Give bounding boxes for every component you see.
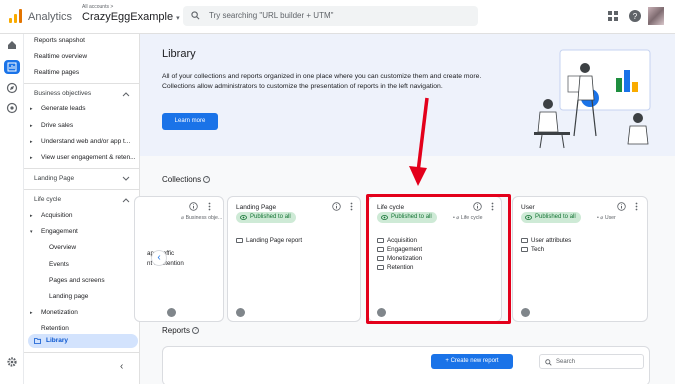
chevron-down-icon: ▾ (176, 15, 180, 22)
chevron-up-icon[interactable] (122, 91, 130, 97)
expand-arrow-icon: ▸ (30, 106, 33, 112)
library-illustration (534, 49, 651, 149)
apps-grid-icon[interactable] (606, 9, 620, 23)
globe-icon (521, 308, 530, 317)
nav-item-retention[interactable]: Retention (41, 325, 69, 332)
nav-item-events[interactable]: Events (49, 261, 69, 268)
nav-item-landing-page[interactable]: Landing page (49, 293, 88, 300)
nav-item-drive-sales[interactable]: Drive sales (41, 122, 73, 129)
nav-item-generate-leads[interactable]: Generate leads (41, 105, 85, 112)
nav-section-landing-page[interactable]: Landing Page (34, 175, 74, 182)
published-badge: Published to all (236, 212, 296, 223)
more-vert-icon[interactable] (205, 202, 214, 211)
folder-icon (521, 246, 528, 252)
folder-icon (34, 338, 41, 344)
published-badge: Published to all (521, 212, 581, 223)
svg-text:?: ? (633, 12, 638, 21)
search-bar[interactable]: Try searching "URL builder + UTM" (183, 6, 478, 26)
collapse-arrow-icon: ▾ (30, 229, 33, 235)
globe-icon (236, 308, 245, 317)
search-placeholder: Try searching "URL builder + UTM" (209, 11, 334, 20)
account-picker[interactable]: All accounts > CrazyEggExample ▾ (82, 4, 180, 23)
collection-tag: • ⌀ User (597, 215, 616, 221)
expand-arrow-icon: ▸ (30, 213, 33, 219)
expand-arrow-icon: ▸ (30, 139, 33, 145)
reports-heading: Reports ? (162, 326, 200, 335)
collection-report: Landing Page report (236, 237, 302, 244)
page-title: Library (162, 48, 196, 60)
nav-item-engagement[interactable]: Engagement (41, 228, 78, 235)
collection-name: User (521, 204, 535, 211)
account-breadcrumb: All accounts > (82, 4, 114, 10)
highlight-box (366, 194, 511, 324)
advertising-icon[interactable] (6, 102, 18, 114)
visibility-icon (240, 215, 247, 220)
more-vert-icon[interactable] (347, 202, 356, 211)
collection-report: User attributes (521, 237, 571, 244)
scroll-left-button[interactable]: ‹ (151, 250, 167, 266)
nav-item-view-engagement[interactable]: View user engagement & reten... (41, 154, 136, 161)
nav-section-business-objectives[interactable]: Business objectives (34, 90, 91, 97)
expand-arrow-icon: ▸ (30, 123, 33, 129)
nav-item-monetization[interactable]: Monetization (41, 309, 78, 316)
app-name: Analytics (28, 11, 73, 23)
collection-tag: ⌀ Business obje... (181, 215, 223, 221)
nav-divider (24, 168, 139, 169)
collection-name: Landing Page (236, 204, 277, 211)
reports-search-input[interactable]: Search (539, 354, 644, 369)
nav-item-realtime-pages[interactable]: Realtime pages (34, 69, 79, 76)
collapse-nav-icon[interactable]: ‹ (120, 361, 123, 372)
help-outline-icon[interactable]: ? (203, 176, 211, 184)
nav-item-acquisition[interactable]: Acquisition (41, 212, 72, 219)
collection-card-business-objectives[interactable]: ⌀ Business obje... app traffic nt & rete… (134, 196, 224, 322)
nav-item-library-label: Library (46, 337, 69, 344)
collection-report: Tech (521, 246, 544, 253)
reports-search-placeholder: Search (556, 359, 576, 365)
chevron-down-icon[interactable] (122, 176, 130, 182)
expand-arrow-icon: ▸ (30, 155, 33, 161)
nav-section-life-cycle[interactable]: Life cycle (34, 196, 61, 203)
settings-gear-icon[interactable] (6, 356, 18, 368)
info-icon[interactable] (189, 202, 198, 211)
info-icon[interactable] (332, 202, 341, 211)
collections-heading: Collections ? (162, 175, 211, 184)
nav-item-library[interactable]: Library (28, 334, 138, 348)
collection-card-user[interactable]: User Published to all • ⌀ User User attr… (512, 196, 648, 322)
property-name: CrazyEggExample (82, 11, 174, 23)
chevron-up-icon[interactable] (122, 197, 130, 203)
nav-item-understand-traffic[interactable]: Understand web and/or app t... (41, 138, 130, 145)
globe-icon (167, 308, 176, 317)
nav-item-realtime-overview[interactable]: Realtime overview (34, 53, 87, 60)
analytics-logo-icon (9, 9, 23, 23)
explore-icon[interactable] (6, 82, 18, 94)
learn-more-button[interactable]: Learn more (162, 113, 218, 130)
nav-item-reports-snapshot[interactable]: Reports snapshot (34, 37, 85, 44)
reports-icon[interactable] (4, 60, 20, 74)
reports-nav: Reports snapshot Realtime overview Realt… (24, 34, 140, 384)
help-icon[interactable]: ? (628, 9, 642, 23)
help-outline-icon[interactable]: ? (192, 327, 200, 335)
more-vert-icon[interactable] (632, 202, 641, 211)
search-icon (545, 359, 552, 366)
avatar[interactable] (648, 7, 664, 25)
nav-item-pages-and-screens[interactable]: Pages and screens (49, 277, 105, 284)
expand-arrow-icon: ▸ (30, 310, 33, 316)
nav-item-overview[interactable]: Overview (49, 244, 76, 251)
nav-divider (24, 189, 139, 190)
left-rail (0, 34, 24, 384)
info-icon[interactable] (617, 202, 626, 211)
nav-divider (24, 352, 139, 353)
library-description: All of your collections and reports orga… (162, 73, 482, 90)
search-icon (191, 11, 200, 20)
top-bar: Analytics All accounts > CrazyEggExample… (0, 0, 675, 34)
visibility-icon (525, 215, 532, 220)
create-new-report-button[interactable]: + Create new report (431, 354, 513, 369)
annotation-arrow (409, 97, 429, 186)
folder-icon (521, 237, 528, 243)
collection-card-landing-page[interactable]: Landing Page Published to all Landing Pa… (227, 196, 361, 322)
reports-panel: + Create new report Search (162, 346, 650, 384)
nav-divider (24, 83, 139, 84)
folder-icon (236, 237, 243, 243)
home-icon[interactable] (6, 39, 18, 51)
